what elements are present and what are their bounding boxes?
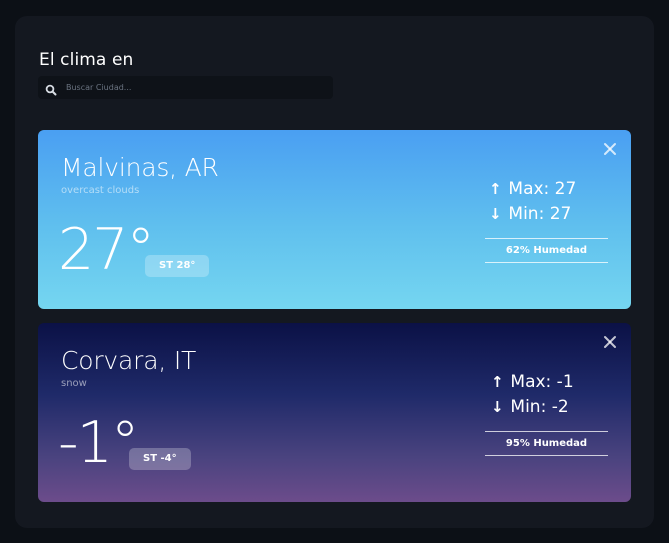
min-temperature-label: Min: -2 — [510, 397, 569, 417]
weather-description: snow — [61, 378, 87, 389]
search-icon — [45, 81, 57, 96]
min-temperature-label: Min: 27 — [508, 204, 572, 224]
current-temperature: -1° — [58, 410, 139, 476]
min-temperature: ↓ Min: -2 — [491, 395, 591, 420]
humidity: 95% Humedad — [485, 431, 608, 456]
feels-like-badge: ST -4° — [129, 448, 191, 470]
arrow-down-icon: ↓ — [489, 205, 502, 223]
city-name: Corvara, IT — [61, 346, 197, 375]
close-icon[interactable] — [603, 335, 617, 349]
weather-panel: El clima en Malvinas, AR overcast clouds… — [15, 16, 654, 528]
page-title: El clima en — [39, 50, 134, 70]
min-max-temperatures: ↑ Max: -1 ↓ Min: -2 — [491, 370, 591, 420]
max-temperature: ↑ Max: 27 — [489, 177, 589, 202]
close-icon[interactable] — [603, 142, 617, 156]
weather-description: overcast clouds — [61, 185, 140, 196]
arrow-up-icon: ↑ — [489, 180, 502, 198]
min-max-temperatures: ↑ Max: 27 ↓ Min: 27 — [489, 177, 589, 227]
humidity: 62% Humedad — [485, 238, 608, 263]
city-name: Malvinas, AR — [61, 153, 219, 182]
weather-card: Malvinas, AR overcast clouds 27° ST 28° … — [38, 130, 631, 309]
search-box[interactable] — [38, 76, 333, 99]
weather-card: Corvara, IT snow -1° ST -4° ↑ Max: -1 ↓ … — [38, 323, 631, 502]
arrow-up-icon: ↑ — [491, 373, 504, 391]
max-temperature: ↑ Max: -1 — [491, 370, 591, 395]
arrow-down-icon: ↓ — [491, 398, 504, 416]
min-temperature: ↓ Min: 27 — [489, 202, 589, 227]
max-temperature-label: Max: -1 — [510, 372, 574, 392]
search-input[interactable] — [66, 76, 326, 99]
feels-like-badge: ST 28° — [145, 255, 210, 277]
max-temperature-label: Max: 27 — [508, 179, 577, 199]
current-temperature: 27° — [58, 217, 155, 283]
